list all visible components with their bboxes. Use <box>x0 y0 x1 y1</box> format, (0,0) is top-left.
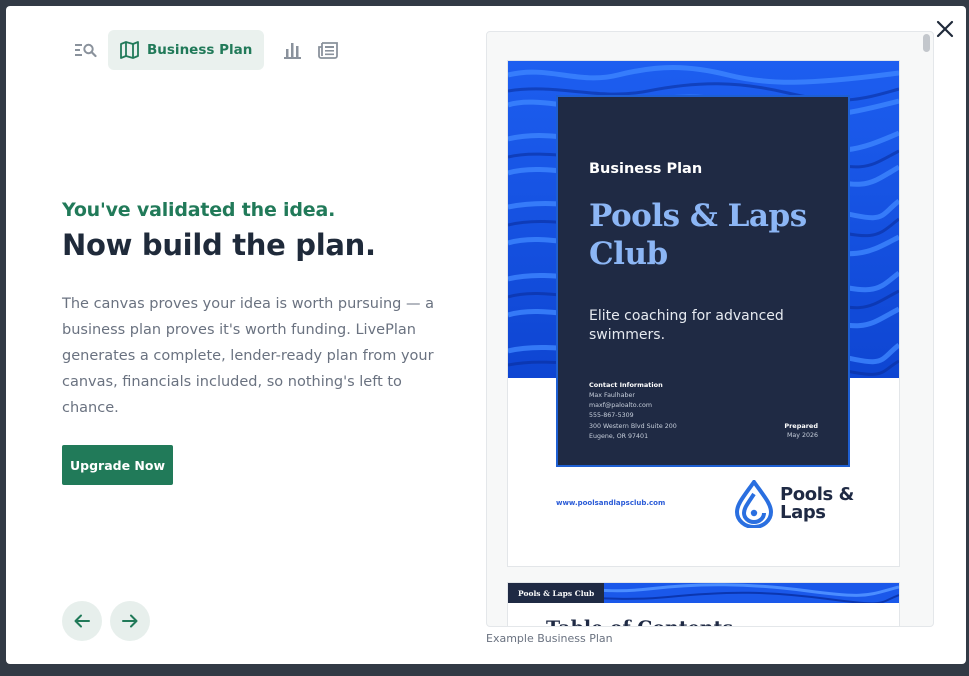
hero-headline: Now build the plan. <box>62 228 376 262</box>
logo-text: Pools & Laps <box>780 484 854 523</box>
cover-label: Business Plan <box>589 161 703 177</box>
water-drop-logo-icon <box>734 480 774 528</box>
next-slide-button[interactable] <box>110 601 150 641</box>
preview-caption: Example Business Plan <box>486 632 613 645</box>
prepared-date: May 2026 <box>786 432 818 439</box>
map-icon <box>120 41 139 59</box>
upgrade-modal: Business Plan You've validated the idea.… <box>6 6 966 664</box>
hero-body: The canvas proves your idea is worth pur… <box>62 296 434 416</box>
cover-tagline: Elite coaching for advanced swimmers. <box>589 308 784 343</box>
example-plan-preview[interactable]: Business Plan Pools & Laps Club Elite co… <box>486 31 934 627</box>
arrow-left-icon <box>74 614 90 628</box>
cover-panel: Business Plan Pools & Laps Club Elite co… <box>556 95 850 467</box>
tab-pitch[interactable] <box>310 30 346 70</box>
hero-eyebrow: You've validated the idea. <box>62 199 336 221</box>
prepared-heading: Prepared <box>784 422 818 430</box>
website-url: www.poolsandlapsclub.com <box>556 499 666 507</box>
table-of-contents-title: Table of Contents <box>546 617 733 626</box>
cover-title: Pools & Laps Club <box>589 198 807 272</box>
contact-details: Max Faulhaber maxf@paloalto.com 555-867-… <box>589 392 677 440</box>
scrollbar-thumb[interactable] <box>923 34 930 52</box>
tab-business-plan[interactable]: Business Plan <box>108 30 265 70</box>
tab-financials[interactable] <box>274 30 310 70</box>
preview-scrollbar[interactable] <box>919 32 933 626</box>
company-logo: Pools & Laps <box>734 480 860 528</box>
arrow-right-icon <box>122 614 138 628</box>
feature-tabs: Business Plan <box>68 30 346 70</box>
search-list-icon <box>75 43 97 58</box>
tab-business-plan-label: Business Plan <box>147 42 253 58</box>
close-button[interactable] <box>934 18 956 40</box>
contact-heading: Contact Information <box>589 381 663 389</box>
plan-cover-page: Business Plan Pools & Laps Club Elite co… <box>507 60 900 567</box>
upgrade-now-button[interactable]: Upgrade Now <box>62 445 173 485</box>
page-two-tag: Pools & Laps Club <box>508 583 605 603</box>
bar-chart-icon <box>283 43 301 59</box>
tab-search-list[interactable] <box>68 30 104 70</box>
close-icon <box>936 20 954 38</box>
newspaper-icon <box>317 42 338 59</box>
previous-slide-button[interactable] <box>62 601 102 641</box>
plan-page-two: Pools & Laps Club Table of Contents <box>507 582 900 626</box>
